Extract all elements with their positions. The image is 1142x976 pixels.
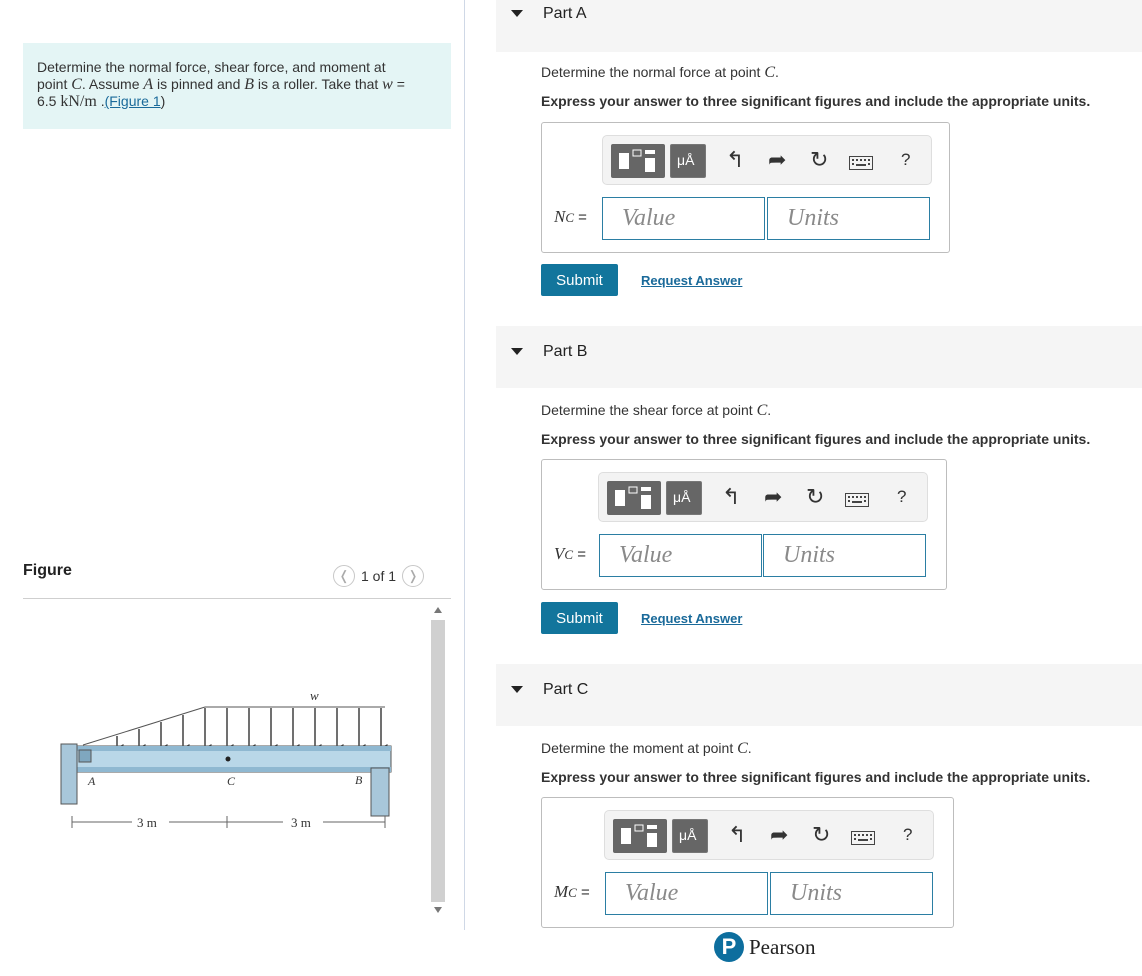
problem-line-3: 6.5 kN/m .(Figure 1) bbox=[37, 93, 166, 110]
templates-icon[interactable] bbox=[613, 819, 667, 853]
chevron-left-icon[interactable]: ❬ bbox=[333, 565, 355, 587]
part-b-instruction: Express your answer to three significant… bbox=[541, 431, 1091, 447]
pager-count: 1 of 1 bbox=[361, 568, 397, 584]
templates-icon[interactable] bbox=[611, 144, 665, 178]
reset-icon[interactable]: ↻ bbox=[812, 823, 830, 847]
beam bbox=[62, 745, 392, 773]
chevron-right-icon[interactable]: ❭ bbox=[402, 565, 425, 587]
collapse-triangle-icon[interactable] bbox=[511, 10, 523, 17]
part-c-instruction: Express your answer to three significant… bbox=[541, 769, 1091, 785]
redo-icon[interactable]: ➦ bbox=[764, 485, 782, 509]
panel-divider bbox=[464, 0, 465, 930]
keyboard-icon[interactable] bbox=[849, 156, 873, 170]
part-b-submit-button[interactable]: Submit bbox=[541, 602, 618, 634]
beam-figure: w A B C 3 m 3 m bbox=[60, 688, 392, 830]
problem-line-2: point C. Assume A is pinned and B is a r… bbox=[37, 76, 405, 93]
keyboard-icon[interactable] bbox=[851, 831, 875, 845]
pearson-logo-icon: P bbox=[714, 932, 744, 962]
redo-icon[interactable]: ➦ bbox=[770, 823, 788, 847]
pin-support-a: A bbox=[60, 743, 96, 805]
distributed-load: w bbox=[82, 688, 388, 752]
math-toolbar: μÅ ↰ ➦ ↻ ? bbox=[598, 472, 928, 522]
figure-heading: Figure bbox=[23, 562, 72, 579]
part-c-title: Part C bbox=[543, 681, 589, 698]
pearson-logo: P Pearson bbox=[714, 932, 816, 962]
part-a-answer-box: μÅ ↰ ➦ ↻ ? NC = Value Units bbox=[541, 122, 950, 253]
part-b-request-answer-link[interactable]: Request Answer bbox=[641, 611, 742, 626]
roller-support-b: B bbox=[355, 767, 390, 817]
part-a-instruction: Express your answer to three significant… bbox=[541, 93, 1091, 109]
keyboard-icon[interactable] bbox=[845, 493, 869, 507]
part-c-header[interactable]: Part C bbox=[496, 664, 1142, 726]
undo-icon[interactable]: ↰ bbox=[726, 148, 744, 172]
collapse-triangle-icon[interactable] bbox=[511, 686, 523, 693]
undo-icon[interactable]: ↰ bbox=[728, 823, 746, 847]
units-icon[interactable]: μÅ bbox=[666, 481, 702, 515]
part-a-question: Determine the normal force at point C. bbox=[541, 64, 779, 81]
part-c-value-input[interactable]: Value bbox=[605, 872, 768, 915]
figure-pager: ❬ 1 of 1 ❭ bbox=[333, 565, 425, 587]
label-c: C bbox=[227, 774, 236, 788]
redo-icon[interactable]: ➦ bbox=[768, 148, 786, 172]
figure-scrollbar[interactable] bbox=[430, 606, 446, 914]
figure-divider bbox=[23, 598, 451, 599]
help-icon[interactable]: ? bbox=[901, 148, 910, 172]
units-icon[interactable]: μÅ bbox=[670, 144, 706, 178]
collapse-triangle-icon[interactable] bbox=[511, 348, 523, 355]
part-a-request-answer-link[interactable]: Request Answer bbox=[641, 273, 742, 288]
part-a-header[interactable]: Part A bbox=[496, 0, 1142, 52]
help-icon[interactable]: ? bbox=[897, 485, 906, 509]
problem-statement: Determine the normal force, shear force,… bbox=[23, 43, 451, 129]
part-b-title: Part B bbox=[543, 343, 588, 360]
part-b-answer-box: μÅ ↰ ➦ ↻ ? VC = Value Units bbox=[541, 459, 947, 590]
part-b-label: VC = bbox=[554, 544, 586, 563]
templates-icon[interactable] bbox=[607, 481, 661, 515]
part-b-question: Determine the shear force at point C. bbox=[541, 402, 772, 419]
part-c-units-input[interactable]: Units bbox=[770, 872, 933, 915]
part-a-units-input[interactable]: Units bbox=[767, 197, 930, 240]
reset-icon[interactable]: ↻ bbox=[810, 148, 828, 172]
dimension-line bbox=[71, 816, 386, 828]
dim-label-2: 3 m bbox=[291, 815, 311, 830]
undo-icon[interactable]: ↰ bbox=[722, 485, 740, 509]
label-a: A bbox=[87, 774, 96, 788]
part-b-value-input[interactable]: Value bbox=[599, 534, 762, 577]
math-toolbar: μÅ ↰ ➦ ↻ ? bbox=[604, 810, 934, 860]
label-b: B bbox=[355, 773, 363, 787]
part-b-units-input[interactable]: Units bbox=[763, 534, 926, 577]
units-icon[interactable]: μÅ bbox=[672, 819, 708, 853]
label-w: w bbox=[310, 688, 319, 703]
math-toolbar: μÅ ↰ ➦ ↻ ? bbox=[602, 135, 932, 185]
part-c-answer-box: μÅ ↰ ➦ ↻ ? MC = Value Units bbox=[541, 797, 954, 928]
pearson-name: Pearson bbox=[749, 934, 816, 959]
figure-link[interactable]: (Figure 1 bbox=[105, 93, 161, 109]
part-a-submit-button[interactable]: Submit bbox=[541, 264, 618, 296]
part-b-header[interactable]: Part B bbox=[496, 326, 1142, 388]
part-a-title: Part A bbox=[543, 5, 587, 22]
scroll-down-icon[interactable] bbox=[434, 906, 442, 914]
dim-label-1: 3 m bbox=[137, 815, 157, 830]
scroll-up-icon[interactable] bbox=[434, 606, 442, 614]
part-c-question: Determine the moment at point C. bbox=[541, 740, 752, 757]
part-a-value-input[interactable]: Value bbox=[602, 197, 765, 240]
scroll-thumb[interactable] bbox=[431, 620, 445, 902]
problem-line-1: Determine the normal force, shear force,… bbox=[37, 59, 386, 75]
part-c-label: MC = bbox=[554, 882, 590, 901]
help-icon[interactable]: ? bbox=[903, 823, 912, 847]
part-a-label: NC = bbox=[554, 207, 587, 226]
reset-icon[interactable]: ↻ bbox=[806, 485, 824, 509]
